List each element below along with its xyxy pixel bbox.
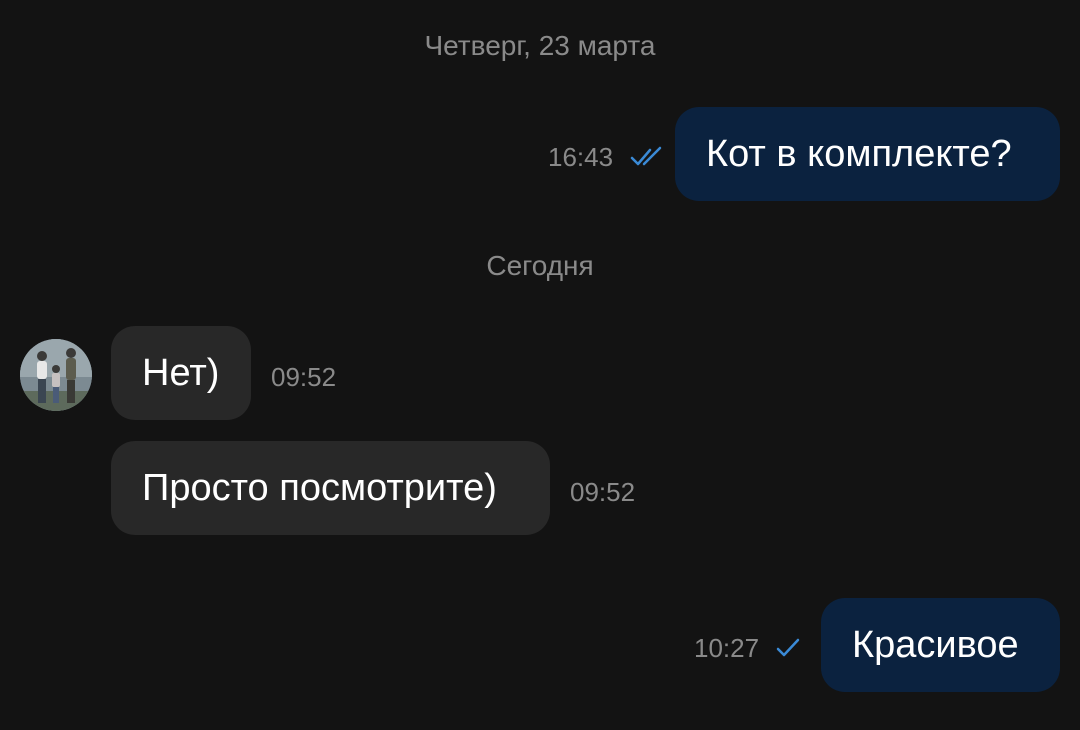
message-bubble-outgoing[interactable]: Кот в комплекте? xyxy=(675,107,1060,201)
message-text: Просто посмотрите) xyxy=(142,467,497,509)
message-time: 16:43 xyxy=(548,142,614,172)
double-check-icon xyxy=(630,146,662,166)
message-time: 09:52 xyxy=(271,362,337,392)
message-text: Нет) xyxy=(142,352,220,394)
message-bubble-incoming[interactable]: Просто посмотрите) xyxy=(111,441,550,535)
date-separator: Сегодня xyxy=(486,250,594,281)
message-time: 09:52 xyxy=(570,477,636,507)
message-time: 10:27 xyxy=(694,633,760,663)
single-check-icon xyxy=(776,638,800,657)
contact-avatar[interactable] xyxy=(20,339,92,411)
avatar-photo-icon xyxy=(20,339,92,411)
message-text: Красивое xyxy=(852,624,1019,666)
message-bubble-incoming[interactable]: Нет) xyxy=(111,326,251,420)
message-bubble-outgoing[interactable]: Красивое xyxy=(821,598,1060,692)
date-separator: Четверг, 23 марта xyxy=(424,30,656,61)
message-text: Кот в комплекте? xyxy=(706,133,1012,175)
